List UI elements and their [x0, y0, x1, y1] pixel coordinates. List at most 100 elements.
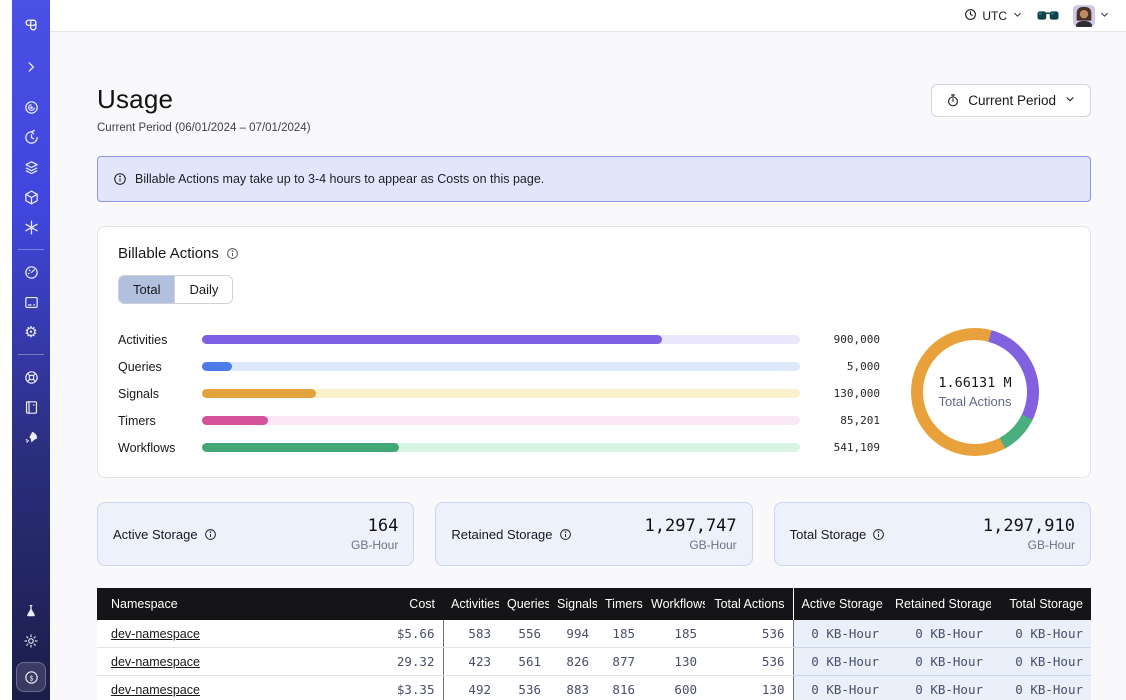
timezone-dropdown[interactable]: UTC: [964, 8, 1023, 24]
period-subtitle: Current Period (06/01/2024 – 07/01/2024): [97, 122, 311, 134]
cell-retained_storage: 0 KB-Hour: [887, 620, 991, 648]
cell-workflows: 600: [643, 676, 705, 700]
cell-namespace: dev-namespace: [97, 648, 343, 676]
banner-text: Billable Actions may take up to 3-4 hour…: [135, 172, 544, 186]
schedules-clock-icon[interactable]: [12, 122, 50, 152]
column-header-total_actions: Total Actions: [705, 588, 793, 620]
cell-signals: 883: [549, 676, 597, 700]
bar-value: 5,000: [814, 360, 880, 373]
deployments-cube-icon[interactable]: [12, 182, 50, 212]
current-period-dropdown[interactable]: Current Period: [931, 84, 1091, 117]
namespace-usage-table: NamespaceCostActivitiesQueriesSignalsTim…: [97, 588, 1091, 700]
cell-activities: 583: [443, 620, 499, 648]
namespace-link[interactable]: dev-namespace: [111, 683, 200, 697]
docs-book-icon[interactable]: [12, 392, 50, 422]
column-header-active_storage: Active Storage: [793, 588, 887, 620]
cell-namespace: dev-namespace: [97, 620, 343, 648]
bar-row-timers: Timers85,201: [118, 407, 880, 434]
usage-gauge-icon[interactable]: [12, 257, 50, 287]
cell-namespace: dev-namespace: [97, 676, 343, 700]
temporal-logo-icon[interactable]: [12, 10, 50, 40]
labs-flask-icon[interactable]: [12, 596, 50, 626]
billable-bar-chart: Activities900,000Queries5,000Signals130,…: [118, 322, 880, 461]
bar-label: Workflows: [118, 441, 188, 455]
retained-storage-value: 1,297,747: [645, 516, 737, 536]
storage-summary-row: Active Storage 164 GB-Hour Retained Stor…: [97, 502, 1091, 566]
namespace-link[interactable]: dev-namespace: [111, 627, 200, 641]
cell-total_actions: 130: [705, 676, 793, 700]
bar-value: 900,000: [814, 333, 880, 346]
bar-track: [202, 443, 800, 452]
tab-daily[interactable]: Daily: [174, 276, 232, 303]
cell-cost: 29.32: [343, 648, 443, 676]
table-row: dev-namespace$5.665835569941851855360 KB…: [97, 620, 1091, 648]
info-icon[interactable]: [559, 528, 572, 541]
column-header-total_storage: Total Storage: [991, 588, 1091, 620]
task-queues-layers-icon[interactable]: [12, 152, 50, 182]
cell-timers: 185: [597, 620, 643, 648]
bar-value: 130,000: [814, 387, 880, 400]
donut-ring: 1.66131 M Total Actions: [911, 328, 1039, 456]
bar-track: [202, 335, 800, 344]
billing-dollar-coin-icon[interactable]: $: [16, 662, 46, 692]
feedback-glasses-icon[interactable]: [1037, 10, 1059, 22]
billable-info-banner: Billable Actions may take up to 3-4 hour…: [97, 156, 1091, 202]
bar-track: [202, 362, 800, 371]
namespaces-swirl-icon[interactable]: [12, 92, 50, 122]
cell-retained_storage: 0 KB-Hour: [887, 648, 991, 676]
bar-label: Activities: [118, 333, 188, 347]
getting-started-rocket-icon[interactable]: [12, 422, 50, 452]
chevron-down-icon: [1064, 93, 1076, 108]
info-icon[interactable]: [226, 247, 239, 260]
bar-fill: [202, 443, 399, 452]
tab-total[interactable]: Total: [119, 276, 174, 303]
chevron-down-icon: [1099, 7, 1110, 25]
theme-sun-icon[interactable]: [12, 626, 50, 656]
column-header-signals: Signals: [549, 588, 597, 620]
bar-fill: [202, 389, 316, 398]
column-header-cost: Cost: [343, 588, 443, 620]
cell-total_storage: 0 KB-Hour: [991, 620, 1091, 648]
active-storage-label: Active Storage: [113, 527, 198, 542]
cell-signals: 826: [549, 648, 597, 676]
table-row: dev-namespace$3.354925368838166001300 KB…: [97, 676, 1091, 700]
cell-timers: 816: [597, 676, 643, 700]
nexus-asterisk-icon[interactable]: [12, 212, 50, 242]
bar-row-queries: Queries 5,000: [118, 353, 880, 380]
bar-row-workflows: Workflows 541,109: [118, 434, 880, 461]
cell-workflows: 130: [643, 648, 705, 676]
bar-track: [202, 389, 800, 398]
column-header-queries: Queries: [499, 588, 549, 620]
settings-gear-icon[interactable]: ⚙: [12, 317, 50, 347]
column-header-namespace: Namespace: [97, 588, 343, 620]
bar-value: 541,109: [814, 441, 880, 454]
bar-fill: [202, 362, 232, 371]
cell-activities: 492: [443, 676, 499, 700]
cell-total_storage: 0 KB-Hour: [991, 648, 1091, 676]
column-header-activities: Activities: [443, 588, 499, 620]
billable-actions-title: Billable Actions: [118, 245, 219, 262]
expand-chevron-right-icon[interactable]: [12, 52, 50, 82]
user-menu[interactable]: [1073, 5, 1110, 27]
bar-fill: [202, 416, 268, 425]
info-icon[interactable]: [872, 528, 885, 541]
info-icon[interactable]: [204, 528, 217, 541]
bar-label: Queries: [118, 360, 188, 374]
namespace-link[interactable]: dev-namespace: [111, 655, 200, 669]
total-storage-unit: GB-Hour: [983, 538, 1075, 552]
bar-fill: [202, 335, 662, 344]
cell-total_actions: 536: [705, 620, 793, 648]
cell-cost: $3.35: [343, 676, 443, 700]
stopwatch-icon: [946, 93, 960, 108]
cell-signals: 994: [549, 620, 597, 648]
cell-total_actions: 536: [705, 648, 793, 676]
active-storage-value: 164: [351, 516, 398, 536]
usage-page: Usage Current Period (06/01/2024 – 07/01…: [50, 32, 1126, 700]
support-lifebuoy-icon[interactable]: [12, 362, 50, 392]
avatar: [1073, 5, 1095, 27]
clock-icon: [964, 8, 977, 24]
retained-storage-unit: GB-Hour: [645, 538, 737, 552]
cell-activities: 423: [443, 648, 499, 676]
sidebar-divider: [18, 354, 44, 355]
browser-window-icon[interactable]: [12, 287, 50, 317]
